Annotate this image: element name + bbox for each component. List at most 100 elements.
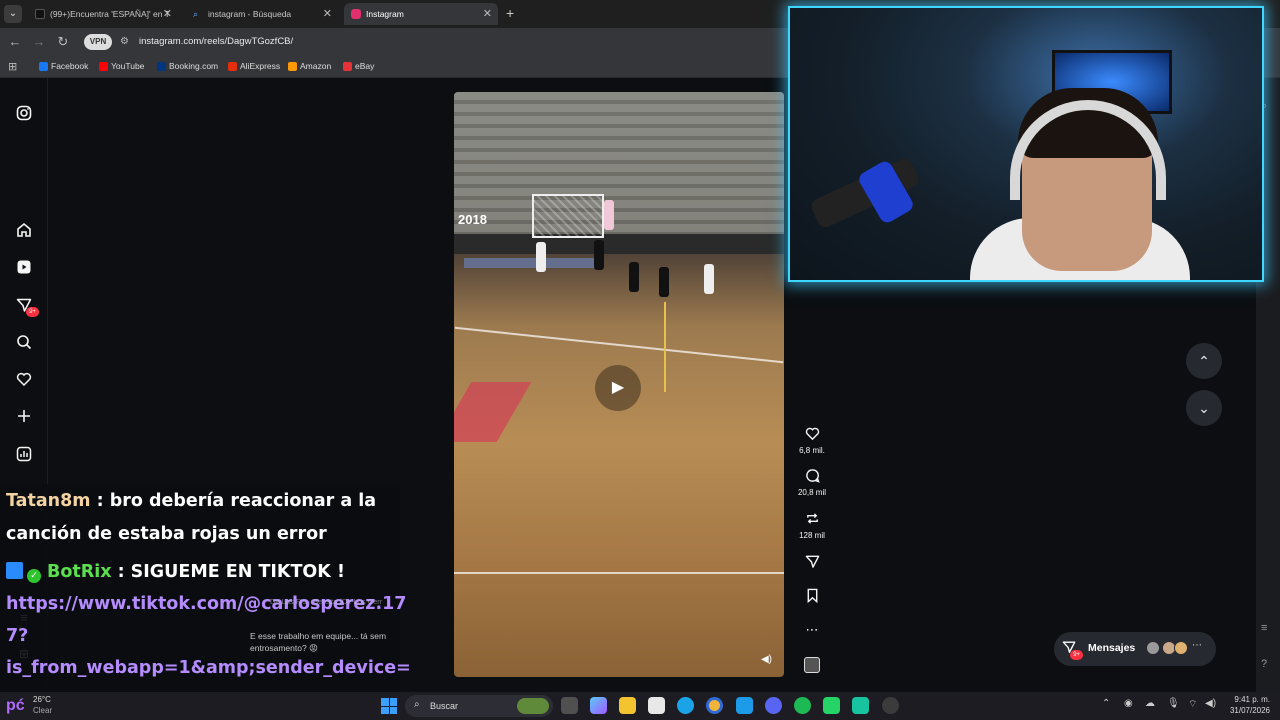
- tab-instagram[interactable]: Instagram ✕: [344, 3, 498, 25]
- back-arrow-icon[interactable]: ←: [7, 34, 23, 49]
- cloud-icon[interactable]: ☁: [1145, 698, 1155, 709]
- messages-pill[interactable]: 9+ Mensajes ⋯: [1054, 632, 1216, 666]
- wifi-icon[interactable]: ⌔: [1188, 698, 1197, 711]
- task-view-icon[interactable]: [561, 697, 578, 714]
- like-count: 6,8 mil.: [799, 446, 825, 455]
- search-icon: ⌕: [414, 699, 420, 710]
- webcam-overlay: [788, 6, 1264, 282]
- tray-app-icon[interactable]: ◉: [1124, 698, 1133, 709]
- volume-icon[interactable]: ◀): [1205, 698, 1216, 709]
- help-icon[interactable]: ?: [1261, 658, 1267, 670]
- file-explorer-icon[interactable]: [619, 697, 636, 714]
- create-icon[interactable]: [14, 408, 34, 428]
- address-bar[interactable]: instagram.com/reels/DagwTGozfCB/: [139, 36, 293, 47]
- discord-icon[interactable]: [765, 697, 782, 714]
- tab-title: instagram - Búsqueda: [208, 9, 292, 19]
- chat-message: canción de estaba rojas un error: [6, 524, 327, 544]
- facebook-app-icon[interactable]: [736, 697, 753, 714]
- copilot-icon[interactable]: [590, 697, 607, 714]
- windows-taskbar: pć 26°C Clear ⌕ Buscar ⌃ ◉ ☁ 🎙 ⌔ ◀) 9:41…: [0, 692, 1280, 720]
- tab-tiktok[interactable]: (99+)Encuentra 'ESPAÑA]' en T ✕: [28, 3, 178, 25]
- store-icon[interactable]: [648, 697, 665, 714]
- bookmark-aliexpress[interactable]: AliExpress: [228, 61, 280, 71]
- close-tab-icon[interactable]: ✕: [483, 3, 492, 25]
- bookmark-label: Booking.com: [169, 61, 219, 71]
- tab-title: Instagram: [366, 9, 404, 19]
- app-icon[interactable]: [882, 697, 899, 714]
- forward-arrow-icon[interactable]: →: [31, 34, 47, 49]
- chat-username: Tatan8m: [6, 491, 91, 511]
- new-tab-button[interactable]: +: [506, 5, 514, 21]
- dashboard-icon[interactable]: [14, 446, 34, 466]
- taskbar-search[interactable]: ⌕ Buscar: [405, 695, 553, 717]
- bookmark-youtube[interactable]: YouTube: [99, 61, 144, 71]
- bookmark-ebay[interactable]: eBay: [343, 61, 374, 71]
- weather-icon[interactable]: pć: [6, 696, 28, 716]
- home-icon[interactable]: [14, 222, 34, 242]
- reel-video[interactable]: 2018 ▶ ◀): [454, 92, 784, 677]
- chat-link: is_from_webapp=1&amp;sender_device=: [6, 658, 411, 678]
- windows-start-icon[interactable]: [381, 698, 397, 714]
- instagram-favicon-icon: [351, 9, 361, 19]
- mute-icon[interactable]: ◀): [761, 654, 772, 665]
- spotify-icon[interactable]: [794, 697, 811, 714]
- bookmark-label: AliExpress: [240, 61, 281, 71]
- edge-icon[interactable]: [677, 697, 694, 714]
- player-image: [659, 267, 669, 297]
- bookmark-amazon[interactable]: Amazon: [288, 61, 331, 71]
- heart-icon: [796, 426, 828, 444]
- search-favicon-icon: ⌕: [193, 9, 199, 19]
- comment-button[interactable]: 20,8 mil: [796, 468, 828, 497]
- apps-grid-icon[interactable]: ⊞: [8, 60, 17, 73]
- more-options-icon[interactable]: ⋯: [796, 622, 828, 638]
- tray-expand-icon[interactable]: ⌃: [1102, 698, 1110, 709]
- chat-username: BotRix: [47, 562, 112, 582]
- instagram-logo-icon[interactable]: [14, 105, 34, 125]
- tab-title: (99+)Encuentra 'ESPAÑA]' en T: [50, 9, 170, 19]
- bookmark-booking[interactable]: Booking.com: [157, 61, 218, 71]
- bookmark-facebook[interactable]: Facebook: [39, 61, 88, 71]
- microphone-icon[interactable]: 🎙: [1167, 698, 1180, 709]
- booking-icon: [157, 62, 166, 71]
- reload-icon[interactable]: ↻: [55, 34, 71, 50]
- moderator-badge-icon: [6, 562, 23, 579]
- audio-thumbnail[interactable]: [804, 657, 820, 673]
- chrome-icon[interactable]: [706, 697, 723, 714]
- save-button[interactable]: [796, 588, 828, 606]
- bookmark-label: Facebook: [51, 61, 89, 71]
- clock-date[interactable]: 31/07/2026: [1220, 706, 1270, 715]
- previous-reel-button[interactable]: ⌃: [1186, 343, 1222, 379]
- weather-temperature: 26°C: [33, 695, 51, 704]
- messages-badge: 9+: [1070, 650, 1083, 660]
- share-button[interactable]: [796, 554, 828, 572]
- app-icon[interactable]: [852, 697, 869, 714]
- avatar: [1174, 641, 1188, 655]
- reels-icon[interactable]: [14, 259, 34, 279]
- comment-icon: [796, 468, 828, 486]
- taskbar-search-placeholder: Buscar: [430, 701, 459, 711]
- whatsapp-icon[interactable]: [823, 697, 840, 714]
- play-icon[interactable]: ▶: [595, 365, 641, 411]
- player-image: [604, 200, 614, 230]
- close-tab-icon[interactable]: ✕: [323, 3, 332, 25]
- like-button[interactable]: 6,8 mil.: [796, 426, 828, 455]
- settings-sliders-icon[interactable]: ≡: [1261, 622, 1267, 634]
- heart-icon[interactable]: [14, 371, 34, 391]
- stands-image: [454, 92, 784, 242]
- search-icon[interactable]: [14, 334, 34, 354]
- tab-search[interactable]: ⌕ instagram - Búsqueda ✕: [186, 3, 338, 25]
- repost-button[interactable]: 128 mil: [796, 511, 828, 540]
- court-area-image: [454, 382, 532, 442]
- tab-search-button[interactable]: ⌄: [4, 5, 22, 23]
- close-tab-icon[interactable]: ✕: [163, 3, 172, 25]
- site-info-icon[interactable]: ⚙: [120, 36, 129, 47]
- court-line: [454, 326, 784, 364]
- clock-time[interactable]: 9:41 p. m.: [1230, 695, 1270, 704]
- court-line: [664, 302, 666, 392]
- court-area-image: [464, 258, 604, 268]
- tiktok-favicon-icon: [35, 9, 45, 19]
- vpn-badge[interactable]: VPN: [84, 34, 112, 50]
- player-image: [629, 262, 639, 292]
- chat-message: Tatan8m : bro debería reaccionar a la: [6, 491, 376, 511]
- next-reel-button[interactable]: ⌄: [1186, 390, 1222, 426]
